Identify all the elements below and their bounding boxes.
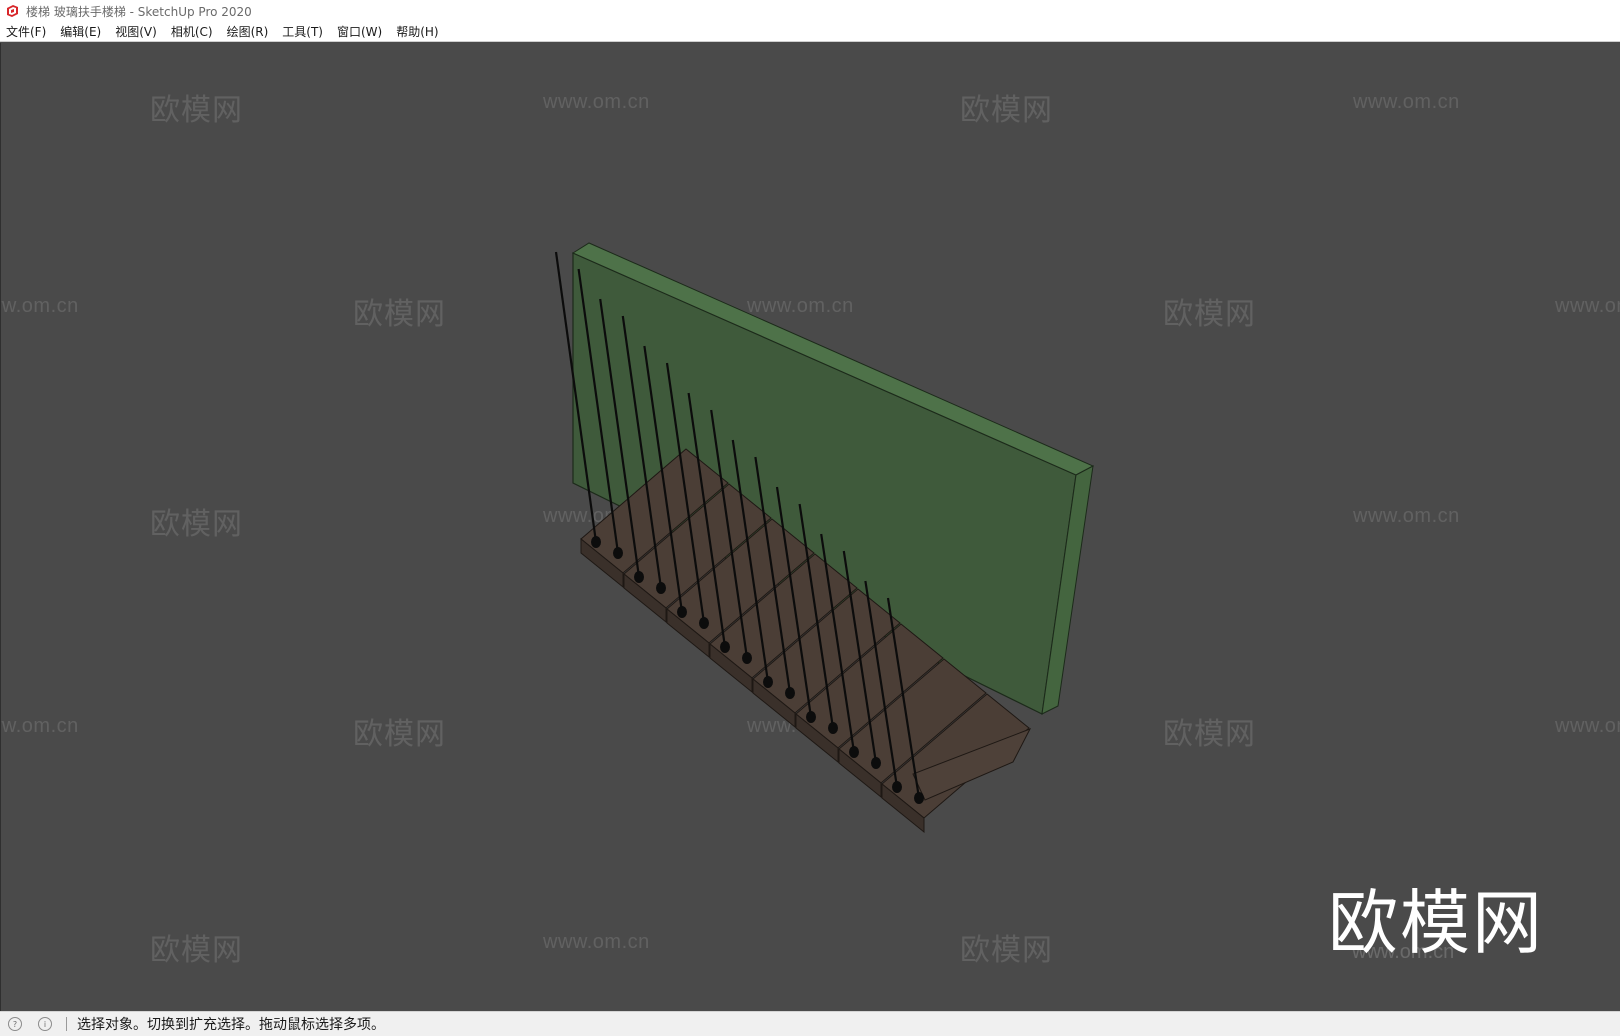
staircase-model[interactable]: [0, 43, 1620, 1011]
baluster-foot: [742, 652, 752, 664]
geo-location-icon[interactable]: ?: [8, 1017, 22, 1031]
menu-help[interactable]: 帮助(H): [389, 23, 445, 40]
title-bar: 楼梯 玻璃扶手楼梯 - SketchUp Pro 2020: [0, 0, 1620, 22]
baluster-foot: [720, 641, 730, 653]
status-message: 选择对象。切换到扩充选择。拖动鼠标选择多项。: [77, 1017, 385, 1033]
baluster-foot: [785, 687, 795, 699]
menu-camera[interactable]: 相机(C): [164, 23, 220, 40]
menu-draw[interactable]: 绘图(R): [220, 23, 276, 40]
drawing-viewport[interactable]: 欧模网 www.om.cn 欧模网 www.om.cn www.om.cn 欧模…: [0, 43, 1620, 1011]
menu-view[interactable]: 视图(V): [108, 23, 164, 40]
status-bar: ? i 选择对象。切换到扩充选择。拖动鼠标选择多项。: [0, 1011, 1620, 1036]
status-separator: [66, 1017, 67, 1031]
menu-tools[interactable]: 工具(T): [275, 23, 330, 40]
menu-file[interactable]: 文件(F): [0, 23, 53, 40]
info-icon[interactable]: i: [38, 1017, 52, 1031]
menu-edit[interactable]: 编辑(E): [53, 23, 108, 40]
baluster-foot: [914, 792, 924, 804]
baluster-foot: [892, 781, 902, 793]
baluster-foot: [677, 606, 687, 618]
baluster-foot: [591, 536, 601, 548]
baluster-foot: [849, 746, 859, 758]
sketchup-logo-icon[interactable]: [4, 3, 20, 19]
watermark-large-url: www.om.cn: [1352, 941, 1455, 963]
menu-bar: 文件(F) 编辑(E) 视图(V) 相机(C) 绘图(R) 工具(T) 窗口(W…: [0, 22, 1620, 42]
window-title: 楼梯 玻璃扶手楼梯 - SketchUp Pro 2020: [26, 4, 252, 19]
baluster-foot: [699, 617, 709, 629]
baluster-foot: [806, 711, 816, 723]
baluster-foot: [828, 722, 838, 734]
baluster-foot: [763, 676, 773, 688]
baluster-foot: [656, 582, 666, 594]
menu-window[interactable]: 窗口(W): [330, 23, 389, 40]
baluster-foot: [871, 757, 881, 769]
baluster-foot: [613, 547, 623, 559]
baluster-foot: [634, 571, 644, 583]
